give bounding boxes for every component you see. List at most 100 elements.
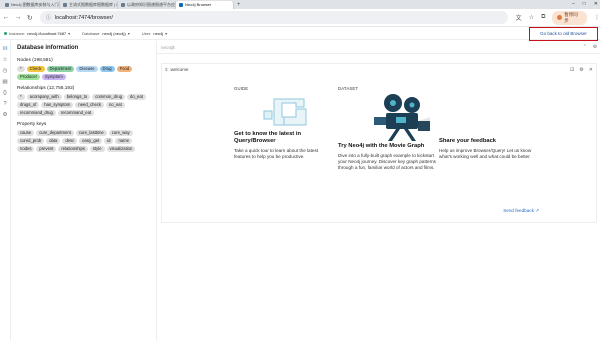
property-key-chip[interactable]: cure_way bbox=[108, 130, 133, 136]
property-key-chip[interactable]: style bbox=[89, 146, 105, 152]
database-selector[interactable]: Database: neo4j (neo4j) ▾ bbox=[82, 31, 130, 36]
maximize-button[interactable]: □ bbox=[583, 0, 586, 9]
profile-label: 暂停同步 bbox=[564, 11, 578, 23]
pin-frame-icon[interactable]: ⊡ bbox=[570, 67, 574, 73]
frame-settings-icon[interactable]: ⚙ bbox=[579, 67, 583, 73]
frame-prompt-icon: $ bbox=[165, 67, 168, 72]
relationship-type-list: * acompany_with belongs_to common_drug do_ea… bbox=[17, 94, 150, 116]
card-description: Take a quick tour to learn about the lat… bbox=[234, 148, 319, 159]
user-value: neo4j bbox=[153, 30, 164, 36]
movie-dataset-card[interactable]: DATASET Try Neo4j with the Movie Graph D… bbox=[338, 86, 438, 221]
frame-header: $ :welcome ⊡ ⚙ ✕ bbox=[162, 64, 596, 75]
guide-card[interactable]: GUIDE Get to know the latest in Query/Br… bbox=[234, 86, 334, 221]
tab-favicon-icon bbox=[179, 3, 183, 7]
guide-book-icon[interactable]: ▤ bbox=[2, 79, 7, 85]
relationship-type-chip[interactable]: common_drug bbox=[92, 94, 126, 100]
node-label-chip[interactable]: Check bbox=[26, 66, 45, 72]
browser-tab[interactable]: Neo4j 图数据库安装与入门教程 (… bbox=[2, 1, 60, 9]
node-label-chip[interactable]: Symptom bbox=[42, 74, 66, 80]
guide-illustration bbox=[263, 98, 307, 126]
relationship-type-chip[interactable]: recommand_eat bbox=[57, 110, 95, 116]
tab-favicon-icon bbox=[5, 3, 9, 7]
expand-editor-icon[interactable]: ⌃ bbox=[583, 44, 587, 50]
property-key-chip[interactable]: desc bbox=[62, 138, 78, 144]
history-icon[interactable]: ◷ bbox=[3, 68, 8, 74]
feedback-card[interactable]: Share your feedback Help us improve Brow… bbox=[439, 86, 539, 218]
forward-icon[interactable]: → bbox=[12, 14, 24, 21]
instance-selector[interactable]: Instance: neo4j://localhost:7687 ▾ bbox=[4, 31, 70, 36]
browser-tab[interactable]: Neo4j Browser bbox=[176, 1, 234, 9]
params-icon[interactable]: {} bbox=[3, 90, 7, 96]
relationship-type-chip[interactable]: do_eat bbox=[127, 94, 146, 100]
node-label-list: * Check Department Disease Drug Food Producer S… bbox=[17, 66, 150, 80]
site-info-icon[interactable]: ⓘ bbox=[46, 14, 51, 21]
close-window-button[interactable]: ✕ bbox=[594, 0, 598, 9]
tab-label: Neo4j 图数据库安装与入门教程 (… bbox=[11, 2, 59, 7]
profile-button[interactable]: 暂停同步 bbox=[552, 10, 587, 25]
minimize-button[interactable]: – bbox=[572, 0, 575, 9]
property-key-chip[interactable]: cured_prob bbox=[17, 138, 45, 144]
property-keys-header: Property keys bbox=[17, 122, 47, 127]
run-query-icon[interactable]: ⊕ bbox=[593, 44, 597, 50]
help-icon[interactable]: ? bbox=[3, 101, 6, 107]
relationship-type-chip[interactable]: need_check bbox=[75, 102, 104, 108]
property-key-chip[interactable]: easy_get bbox=[79, 138, 103, 144]
settings-gear-icon[interactable]: ⚙ bbox=[3, 112, 8, 118]
node-label-chip[interactable]: Department bbox=[46, 66, 75, 72]
property-key-chip[interactable]: cause bbox=[17, 130, 35, 136]
translate-icon[interactable]: 文 bbox=[516, 13, 522, 22]
node-label-chip[interactable]: * bbox=[17, 66, 25, 72]
property-key-chip[interactable]: name bbox=[115, 138, 132, 144]
property-key-chip[interactable]: id bbox=[104, 138, 114, 144]
card-description: Dive into a fully-built graph example to… bbox=[338, 153, 436, 170]
url-text: localhost:7474/browser/ bbox=[54, 14, 113, 21]
browser-menu-icon[interactable]: ⋮ bbox=[594, 14, 600, 21]
connected-status-dot bbox=[4, 31, 7, 35]
address-bar: ← → ↻ ⓘ localhost:7474/browser/ 文 ☆ ⧉ 暂停… bbox=[0, 9, 600, 27]
relationship-type-chip[interactable]: belongs_to bbox=[63, 94, 91, 100]
node-label-chip[interactable]: Food bbox=[116, 66, 133, 72]
extensions-icon[interactable]: ⧉ bbox=[541, 14, 545, 21]
relationship-type-chip[interactable]: has_symptom bbox=[41, 102, 74, 108]
card-description: Help us improve Browser/Query! Let us kn… bbox=[439, 148, 532, 159]
browser-tab-strip: Neo4j 图数据库安装与入门教程 (… 主流式图数据库图数据库 | Neo4… 以… bbox=[0, 0, 600, 9]
bookmark-star-icon[interactable]: ☆ bbox=[529, 14, 534, 21]
nodes-header: Nodes (198,581) bbox=[17, 58, 53, 63]
new-tab-button[interactable]: + bbox=[234, 1, 244, 9]
back-icon[interactable]: ← bbox=[0, 14, 12, 21]
node-label-chip[interactable]: Drug bbox=[99, 66, 115, 72]
browser-tab[interactable]: 以政府知识图谱图谱平台应用 (… bbox=[118, 1, 176, 9]
property-key-chip[interactable]: cure_lasttime bbox=[75, 130, 107, 136]
database-label: Database: bbox=[82, 30, 101, 36]
chevron-down-icon: ▾ bbox=[127, 30, 130, 36]
property-key-chip[interactable]: nodes bbox=[17, 146, 35, 152]
property-key-chip[interactable]: data bbox=[46, 138, 61, 144]
property-key-chip[interactable]: visualization bbox=[106, 146, 136, 152]
go-back-old-browser-button[interactable]: Go back to old Browser bbox=[529, 27, 598, 41]
relationship-type-chip[interactable]: acompany_with bbox=[26, 94, 62, 100]
movie-projector-icon bbox=[374, 94, 430, 141]
user-selector[interactable]: User: neo4j ▾ bbox=[142, 31, 167, 36]
database-icon[interactable]: ⛁ bbox=[3, 46, 8, 52]
database-info-sidebar: Database information Nodes (198,581) * Ch… bbox=[11, 41, 157, 341]
property-key-chip[interactable]: cure_department bbox=[36, 130, 74, 136]
relationship-type-chip[interactable]: no_eat bbox=[105, 102, 125, 108]
frame-close-icon[interactable]: ✕ bbox=[589, 67, 593, 73]
send-feedback-link[interactable]: Send feedback ↗ bbox=[503, 208, 539, 214]
query-editor[interactable]: neo4j$ ⌃ ⊕ bbox=[157, 41, 600, 54]
browser-tab[interactable]: 主流式图数据库图数据库 | Neo4… bbox=[60, 1, 118, 9]
property-key-chip[interactable]: prevent bbox=[36, 146, 57, 152]
node-label-chip[interactable]: Producer bbox=[17, 74, 40, 80]
reload-icon[interactable]: ↻ bbox=[24, 14, 36, 22]
star-icon[interactable]: ☆ bbox=[3, 57, 8, 63]
relationship-type-chip[interactable]: recommand_drug bbox=[17, 110, 56, 116]
frame-command[interactable]: :welcome bbox=[170, 67, 189, 72]
tab-label: 主流式图数据库图数据库 | Neo4… bbox=[69, 2, 117, 7]
property-key-chip[interactable]: relationships bbox=[58, 146, 88, 152]
relationship-type-chip[interactable]: * bbox=[17, 94, 25, 100]
editor-prompt: neo4j$ bbox=[161, 44, 175, 50]
relationship-type-chip[interactable]: drugs_of bbox=[17, 102, 40, 108]
property-key-list: cause cure_department cure_lasttime cure_wa… bbox=[17, 130, 150, 152]
node-label-chip[interactable]: Disease bbox=[76, 66, 98, 72]
url-field[interactable]: ⓘ localhost:7474/browser/ bbox=[39, 11, 508, 24]
